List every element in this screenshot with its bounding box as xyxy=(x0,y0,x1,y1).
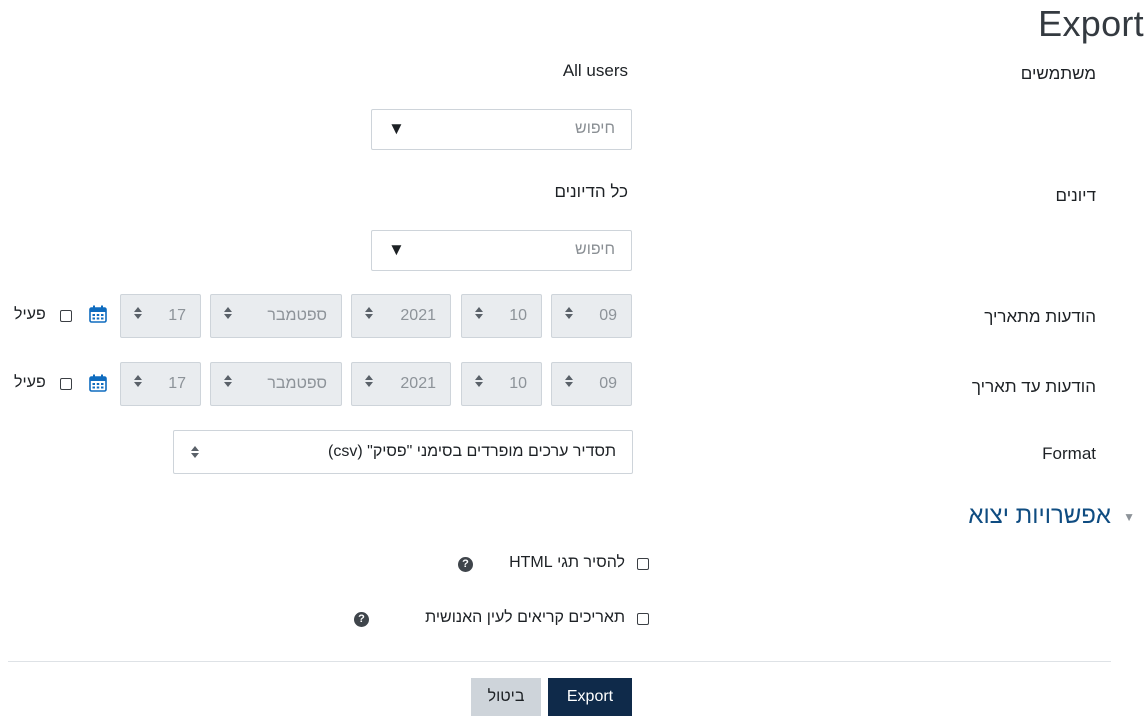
users-selection: All users xyxy=(562,61,628,80)
select-arrows-icon xyxy=(191,445,199,464)
discussions-search-placeholder: חיפוש xyxy=(575,241,615,258)
from-day-select[interactable]: 17 xyxy=(120,294,201,338)
strip-html-checkbox[interactable] xyxy=(637,558,649,570)
page-title: Export xyxy=(1038,3,1144,44)
to-date-label: הודעות עד תאריך xyxy=(971,377,1096,396)
discussions-selection: כל הדיונים xyxy=(554,182,628,201)
calendar-icon[interactable] xyxy=(89,305,107,328)
human-dates-label: תאריכים קריאים לעין האנושית xyxy=(425,609,625,626)
to-hour-select[interactable]: 10 xyxy=(461,362,542,406)
from-month-select[interactable]: ספטמבר xyxy=(210,294,342,338)
from-date-enable-label: פעיל xyxy=(14,306,46,323)
format-selected-value: תסדיר ערכים מופרדים בסימני "פסיק" (csv) xyxy=(328,443,616,460)
select-arrows-icon xyxy=(365,306,373,323)
select-arrows-icon xyxy=(475,306,483,323)
to-day-select[interactable]: 17 xyxy=(120,362,201,406)
strip-html-label: להסיר תגי HTML xyxy=(509,554,625,571)
human-dates-checkbox[interactable] xyxy=(637,613,649,625)
select-arrows-icon xyxy=(134,306,142,323)
dropdown-caret-icon[interactable]: ▼ xyxy=(388,119,405,139)
format-label: Format xyxy=(1042,444,1096,463)
question-circle-icon[interactable]: ? xyxy=(354,612,369,627)
from-date-enable-checkbox[interactable] xyxy=(60,310,72,322)
export-options-heading[interactable]: אפשרויות יצוא xyxy=(968,502,1111,530)
from-year-select[interactable]: 2021 xyxy=(351,294,451,338)
to-month-select[interactable]: ספטמבר xyxy=(210,362,342,406)
dropdown-caret-icon[interactable]: ▼ xyxy=(388,240,405,260)
question-circle-icon[interactable]: ? xyxy=(458,557,473,572)
select-arrows-icon xyxy=(224,374,232,391)
select-arrows-icon xyxy=(565,306,573,323)
users-search-input[interactable]: חיפוש ▼ xyxy=(371,109,632,150)
to-date-enable-label: פעיל xyxy=(14,374,46,391)
users-search-placeholder: חיפוש xyxy=(575,120,615,137)
from-minute-select[interactable]: 09 xyxy=(551,294,632,338)
from-date-label: הודעות מתאריך xyxy=(984,307,1096,326)
to-date-enable-checkbox[interactable] xyxy=(60,378,72,390)
collapse-triangle-icon[interactable]: ▼ xyxy=(1123,510,1135,524)
select-arrows-icon xyxy=(365,374,373,391)
select-arrows-icon xyxy=(224,306,232,323)
cancel-button[interactable]: ביטול xyxy=(471,678,541,716)
select-arrows-icon xyxy=(475,374,483,391)
to-year-select[interactable]: 2021 xyxy=(351,362,451,406)
divider xyxy=(8,661,1111,662)
export-button[interactable]: Export xyxy=(548,678,632,716)
format-select[interactable]: תסדיר ערכים מופרדים בסימני "פסיק" (csv) xyxy=(173,430,633,474)
discussions-search-input[interactable]: חיפוש ▼ xyxy=(371,230,632,271)
from-hour-select[interactable]: 10 xyxy=(461,294,542,338)
to-minute-select[interactable]: 09 xyxy=(551,362,632,406)
calendar-icon[interactable] xyxy=(89,374,107,397)
select-arrows-icon xyxy=(134,374,142,391)
select-arrows-icon xyxy=(565,374,573,391)
users-label: משתמשים xyxy=(1020,64,1096,83)
discussions-label: דיונים xyxy=(1055,186,1096,205)
